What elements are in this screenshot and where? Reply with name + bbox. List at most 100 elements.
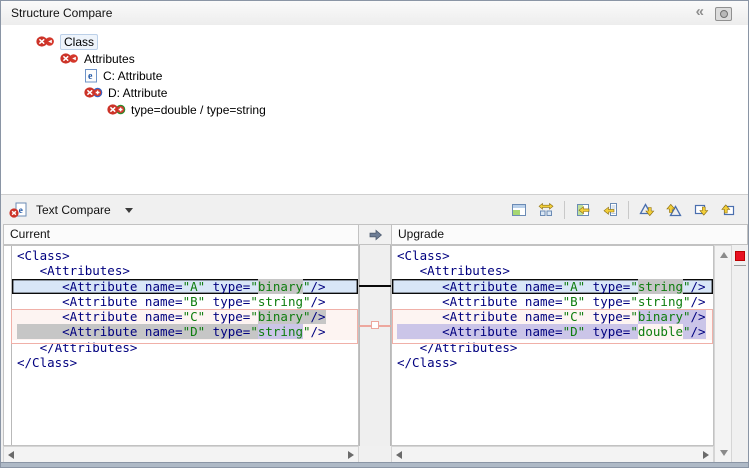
code-token: /> (311, 324, 326, 339)
code-token: " (250, 309, 258, 324)
right-code-pane[interactable]: <Class> <Attributes> <Attribute name="A"… (391, 245, 714, 446)
diff-gutter (359, 245, 391, 446)
code-token: type= (205, 294, 250, 309)
code-token: "string" (630, 294, 690, 309)
code-token: <Attribute name= (17, 324, 183, 339)
code-token: /> (691, 279, 706, 294)
copy-change-right-to-left-icon (602, 202, 618, 218)
code-token: </Class> (17, 355, 77, 370)
copy-all-right-to-left-button[interactable] (571, 198, 595, 222)
text-compare-title-group[interactable]: e Text Compare (1, 202, 133, 219)
code-token: <Attributes> (397, 263, 510, 278)
toolbar-separator (628, 201, 629, 219)
code-token: "D" (183, 324, 206, 339)
text-compare-icon: e (9, 202, 28, 219)
swap-left-right-button[interactable] (534, 198, 558, 222)
compare-viewer-layout-button[interactable] (507, 198, 531, 222)
code-token: /> (691, 309, 706, 324)
right-pane-title: Upgrade (398, 227, 444, 241)
text-compare-title: Text Compare (36, 203, 111, 217)
code-token: </Attributes> (397, 340, 517, 355)
tree-item-class[interactable]: Class (1, 33, 748, 50)
center-header (358, 224, 392, 245)
scroll-right-icon[interactable] (348, 451, 354, 459)
code-line: <Attribute name="B" type="string"/> (392, 294, 713, 309)
code-token: " (630, 309, 638, 324)
compare-viewer-layout-icon (511, 202, 527, 218)
ruler-divider (734, 265, 746, 266)
tree-item-type-change[interactable]: type=double / type=string (1, 101, 748, 118)
tree-item-d-attribute[interactable]: D: Attribute (1, 84, 748, 101)
scroll-left-icon[interactable] (8, 451, 14, 459)
code-line: </Attributes> (12, 340, 358, 355)
code-line: </Class> (392, 355, 713, 370)
direction-arrow-icon (368, 228, 383, 242)
code-token: "A" (183, 279, 206, 294)
left-code-content: <Class> <Attributes> <Attribute name="A"… (12, 248, 358, 445)
previous-change-button[interactable] (716, 198, 740, 222)
tree-item-label: Attributes (84, 52, 135, 66)
right-vertical-scrollbar[interactable] (714, 245, 732, 463)
code-line: <Attribute name="B" type="string"/> (12, 294, 358, 309)
code-token: " (250, 279, 258, 294)
svg-text:e: e (19, 206, 23, 216)
toolbar-separator (564, 201, 565, 219)
structure-compare-title: Structure Compare (11, 6, 112, 20)
scroll-up-icon[interactable] (720, 252, 728, 258)
code-token: type= (585, 294, 630, 309)
tree-item-c-attribute[interactable]: e C: Attribute (1, 67, 748, 84)
collapse-all-icon[interactable]: « (696, 3, 704, 20)
diff-marker[interactable] (735, 251, 745, 261)
code-token: <Attribute name= (397, 309, 563, 324)
code-token: type= (205, 309, 250, 324)
scroll-down-icon[interactable] (720, 450, 728, 456)
next-change-button[interactable] (689, 198, 713, 222)
next-change-icon (693, 202, 709, 218)
code-token: <Attribute name= (17, 294, 183, 309)
code-token: <Class> (17, 248, 70, 263)
conflict-connector-handle[interactable] (371, 321, 379, 329)
code-line: </Attributes> (392, 340, 713, 355)
code-line: <Attribute name="C" type="binary"/> (392, 309, 713, 324)
code-token: <Attributes> (17, 263, 130, 278)
code-line: <Attribute name="A" type="string"/> (392, 279, 713, 294)
tree-item-label: D: Attribute (108, 86, 167, 100)
compare-editor-window: Structure Compare « Class Attributes e C… (0, 0, 749, 468)
code-token: " (683, 279, 691, 294)
scroll-left-icon[interactable] (396, 451, 402, 459)
code-token: /> (311, 294, 326, 309)
code-token: "A" (563, 279, 586, 294)
left-code-pane[interactable]: <Class> <Attributes> <Attribute name="A"… (3, 245, 359, 446)
code-token: <Attribute name= (17, 309, 183, 324)
structure-compare-header: Structure Compare « (1, 1, 748, 26)
swap-left-right-icon (538, 202, 554, 218)
code-token: /> (691, 294, 706, 309)
code-line: </Class> (12, 355, 358, 370)
code-token: type= (585, 279, 630, 294)
next-difference-button[interactable] (635, 198, 659, 222)
view-menu-icon[interactable] (715, 7, 732, 21)
previous-difference-button[interactable] (662, 198, 686, 222)
code-token: "C" (563, 309, 586, 324)
code-token: " (303, 309, 311, 324)
code-token: " (630, 279, 638, 294)
scroll-right-icon[interactable] (703, 451, 709, 459)
code-token: double (638, 324, 683, 339)
tree-item-label: C: Attribute (103, 69, 162, 83)
structure-compare-tree: Class Attributes e C: Attribute D: Attri… (1, 25, 748, 194)
right-code-content: <Class> <Attributes> <Attribute name="A"… (392, 248, 713, 445)
overview-ruler[interactable] (732, 245, 748, 463)
text-compare-toolbar: e Text Compare (1, 194, 748, 225)
code-token: <Attribute name= (397, 279, 563, 294)
tree-item-attributes[interactable]: Attributes (1, 50, 748, 67)
code-token: type= (585, 309, 630, 324)
code-token: <Attribute name= (397, 294, 563, 309)
code-token: /> (311, 279, 326, 294)
next-difference-icon (639, 202, 655, 218)
copy-change-right-to-left-button[interactable] (598, 198, 622, 222)
left-horizontal-scrollbar[interactable] (3, 446, 359, 463)
right-horizontal-scrollbar[interactable] (391, 446, 714, 463)
dropdown-arrow-icon[interactable] (125, 208, 133, 213)
code-token: string (638, 279, 683, 294)
code-token: <Class> (397, 248, 450, 263)
